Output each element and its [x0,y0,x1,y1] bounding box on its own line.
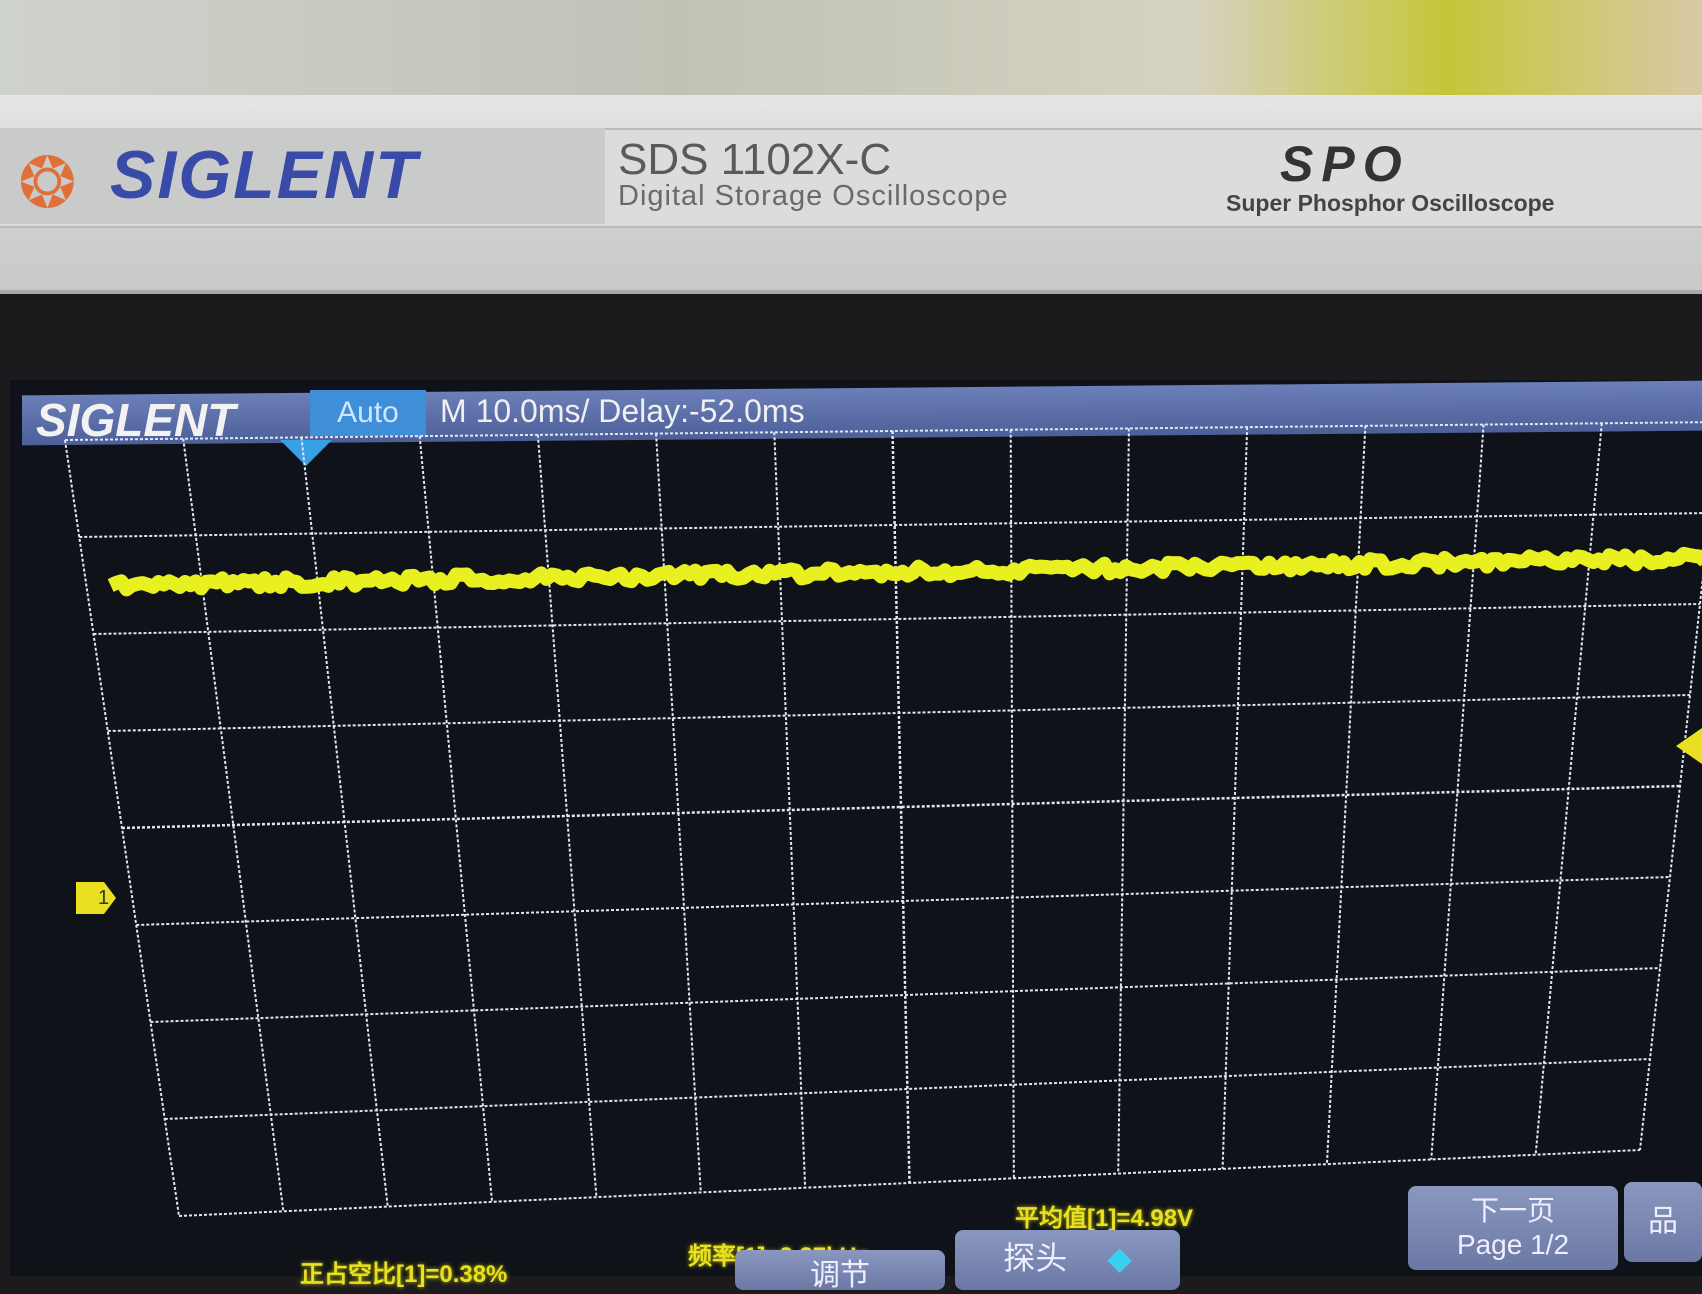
probe-label: 探头 [1003,1240,1067,1276]
grid-vertical-line [420,436,492,1202]
grid-horizontal-line [65,422,1702,440]
page-indicator: Page 1/2 [1408,1228,1618,1262]
probe-button[interactable]: 探头 ◆ [955,1230,1180,1290]
grid-horizontal-line [79,513,1702,537]
mean-measurement: 平均值[1]=4.98V [1015,1198,1193,1233]
diamond-icon: ◆ [1107,1240,1132,1276]
waveform-grid [0,0,1702,1276]
network-icon: 品 [1624,1182,1702,1262]
channel-1-waveform [111,554,1702,589]
next-page-button[interactable]: 下一页 Page 1/2 [1408,1186,1618,1270]
adjust-button[interactable]: 调节 [735,1250,945,1290]
duty-measurement: 正占空比[1]=0.38% [300,1254,507,1289]
next-page-label: 下一页 [1408,1194,1618,1228]
grid-horizontal-line [108,695,1690,731]
